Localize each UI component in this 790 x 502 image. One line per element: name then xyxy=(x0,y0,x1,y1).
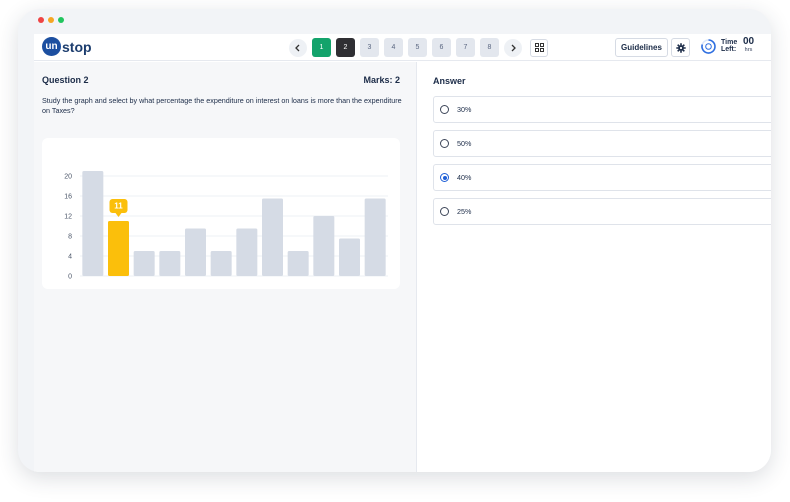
question-text: Study the graph and select by what perce… xyxy=(42,96,402,115)
bar-chart: 0 4 8 12 16 20 11 xyxy=(64,171,388,281)
gear-icon xyxy=(675,42,686,53)
time-label-line2: Left: xyxy=(721,46,737,53)
answer-option-label: 30% xyxy=(457,105,472,114)
bar[interactable] xyxy=(236,228,258,277)
question-grid-button[interactable] xyxy=(530,38,548,57)
answer-option-label: 25% xyxy=(457,207,472,216)
bar[interactable] xyxy=(339,238,360,277)
question-button-3[interactable]: 3 xyxy=(360,38,379,57)
question-button-7[interactable]: 7 xyxy=(456,38,475,57)
answer-option-3[interactable]: 40% xyxy=(433,164,771,191)
logo: un stop xyxy=(42,37,92,56)
answer-option-1[interactable]: 30% xyxy=(433,96,771,123)
question-marks: Marks: 2 xyxy=(363,75,400,85)
guidelines-button[interactable]: Guidelines xyxy=(615,38,668,57)
next-question-button[interactable] xyxy=(504,38,522,57)
question-panel: Question 2 Marks: 2 Study the graph and … xyxy=(34,62,416,472)
y-tick-label: 4 xyxy=(68,254,72,261)
grid-icon xyxy=(534,43,544,52)
logo-text: stop xyxy=(62,38,92,55)
maximize-dot[interactable] xyxy=(58,17,64,23)
browser-window: un stop 1 2 3 4 5 6 7 8 Guidelines Time … xyxy=(18,9,771,472)
question-button-2[interactable]: 2 xyxy=(336,38,355,57)
answer-option-2[interactable]: 50% xyxy=(433,130,771,157)
y-tick-label: 0 xyxy=(68,274,72,281)
answer-option-label: 40% xyxy=(457,173,472,182)
window-controls xyxy=(38,17,64,23)
bar[interactable] xyxy=(287,251,309,276)
chevron-right-icon xyxy=(511,44,516,51)
bar[interactable] xyxy=(185,228,206,277)
answer-option-4[interactable]: 25% xyxy=(433,198,771,225)
bar[interactable] xyxy=(133,251,155,276)
question-button-8[interactable]: 8 xyxy=(480,38,499,57)
answer-option-label: 50% xyxy=(457,139,472,148)
y-tick-label: 16 xyxy=(64,194,72,201)
bar[interactable] xyxy=(364,198,386,277)
hours-unit: hrs xyxy=(744,47,753,53)
question-button-1[interactable]: 1 xyxy=(312,38,331,57)
bar-highlighted[interactable] xyxy=(108,221,129,276)
y-tick-label: 8 xyxy=(68,234,72,241)
question-nav: 1 2 3 4 5 6 7 8 xyxy=(289,38,548,57)
bar[interactable] xyxy=(262,198,283,277)
question-title: Question 2 xyxy=(42,75,89,85)
logo-badge: un xyxy=(42,37,61,56)
radio-button[interactable] xyxy=(440,173,449,182)
answer-panel: Answer 30% 50% 40% 25% xyxy=(416,62,771,472)
radio-button[interactable] xyxy=(440,139,449,148)
time-value: 00 hrs xyxy=(743,37,754,55)
bar[interactable] xyxy=(210,251,232,276)
radio-button[interactable] xyxy=(440,207,449,216)
chevron-left-icon xyxy=(295,44,300,51)
question-button-6[interactable]: 6 xyxy=(432,38,451,57)
bar[interactable] xyxy=(82,171,104,276)
bar[interactable] xyxy=(159,251,181,276)
time-label-line1: Time xyxy=(721,39,738,46)
y-tick-label: 12 xyxy=(64,214,72,221)
question-button-4[interactable]: 4 xyxy=(384,38,403,57)
minimize-dot[interactable] xyxy=(48,17,54,23)
timer: Time Left: 00 hrs xyxy=(700,37,754,55)
prev-question-button[interactable] xyxy=(289,38,307,57)
bar[interactable] xyxy=(313,216,335,276)
time-left-label: Time Left: xyxy=(721,39,739,53)
top-bar: un stop 1 2 3 4 5 6 7 8 Guidelines Time … xyxy=(34,34,771,61)
close-dot[interactable] xyxy=(38,17,44,23)
radio-button[interactable] xyxy=(440,105,449,114)
question-button-5[interactable]: 5 xyxy=(408,38,427,57)
chart-card: 0 4 8 12 16 20 11 xyxy=(42,138,400,289)
settings-button[interactable] xyxy=(671,38,690,57)
y-tick-label: 20 xyxy=(64,174,72,181)
bar-tooltip-label: 11 xyxy=(114,202,123,211)
answer-heading: Answer xyxy=(433,76,466,86)
test-screen: un stop 1 2 3 4 5 6 7 8 Guidelines Time … xyxy=(34,34,771,472)
timer-ring-icon xyxy=(701,38,716,54)
